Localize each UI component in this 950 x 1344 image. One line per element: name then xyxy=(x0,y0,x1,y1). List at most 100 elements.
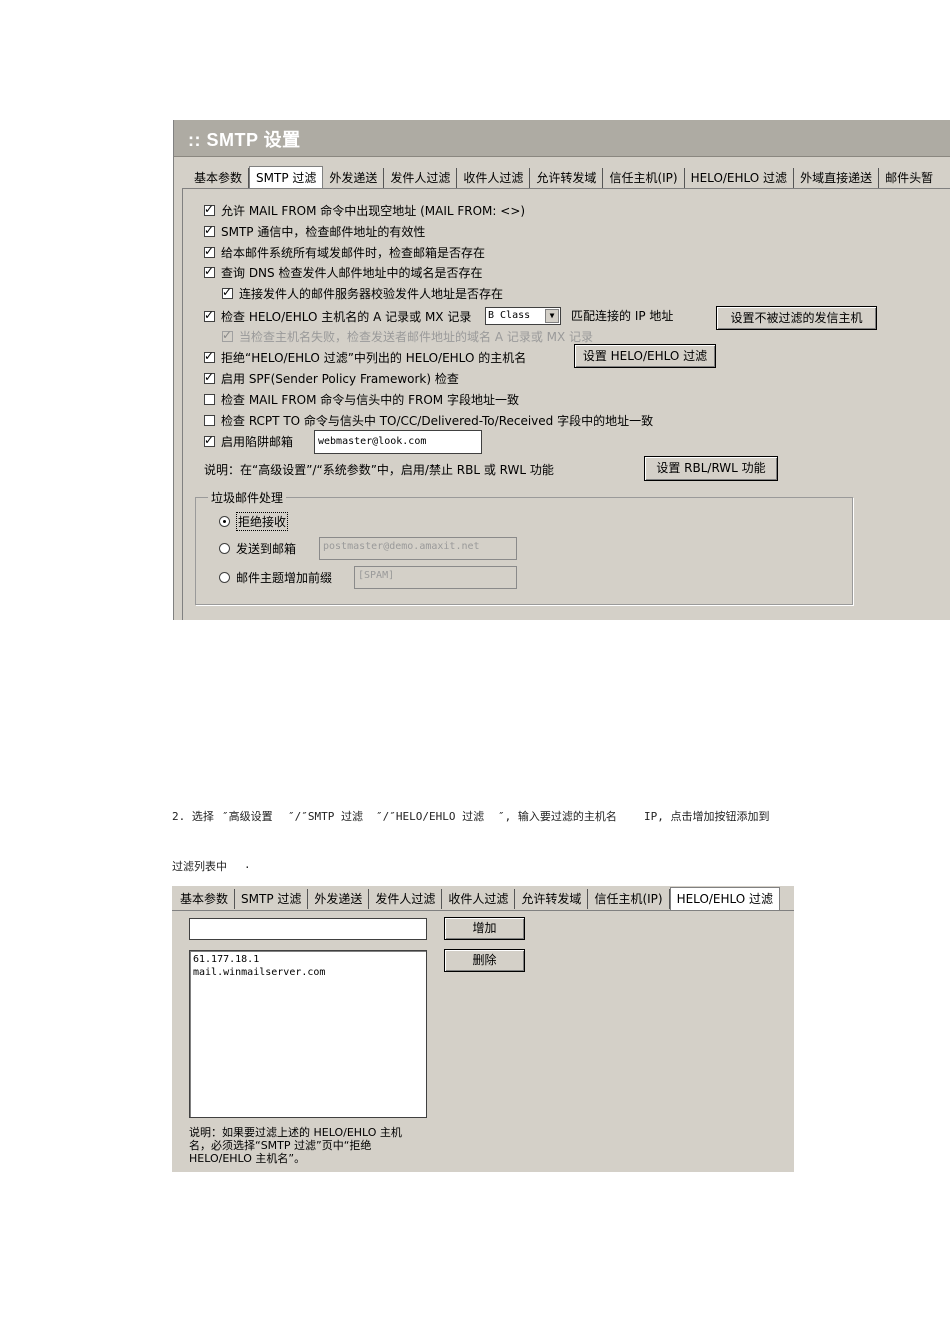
tab-divider xyxy=(172,910,794,911)
option-label: 检查 MAIL FROM 命令与信头中的 FROM 字段地址一致 xyxy=(221,392,519,407)
option-label: 连接发件人的邮件服务器校验发件人地址是否存在 xyxy=(239,286,504,301)
checkbox[interactable] xyxy=(204,202,215,216)
option-label: 启用 SPF(Sender Policy Framework) 检查 xyxy=(221,371,459,386)
step-text-part: ″, 输入要过滤的主机名 xyxy=(498,810,617,823)
radio-button[interactable] xyxy=(219,515,230,527)
option-label: 检查 HELO/EHLO 主机名的 A 记录或 MX 记录 xyxy=(221,309,472,324)
step-text-part: 2. 选择 xyxy=(172,810,214,823)
tab-sender-filter[interactable]: 发件人过滤 xyxy=(369,889,443,909)
tab-direct-delivery[interactable]: 外域直接递送 xyxy=(794,168,880,188)
tab-relay-domains[interactable]: 允许转发域 xyxy=(530,168,604,188)
option-check-address-validity[interactable]: SMTP 通信中，检查邮件地址的有效性 xyxy=(204,222,425,240)
tab-helo-filter[interactable]: HELO/EHLO 过滤 xyxy=(669,887,781,910)
option-fallback-sender-domain: 当检查主机名失败，检查发送者邮件地址的域名 A 记录或 MX 记录 xyxy=(222,327,593,345)
add-button[interactable]: 增加 xyxy=(444,917,525,940)
checkbox[interactable] xyxy=(204,349,215,363)
list-item[interactable]: mail.winmailserver.com xyxy=(193,966,423,979)
list-item[interactable]: 61.177.18.1 xyxy=(193,953,423,966)
helo-filter-panel: 基本参数 SMTP 过滤 外发递送 发件人过滤 收件人过滤 允许转发域 信任主机… xyxy=(172,886,794,1172)
class-select[interactable]: B Class ▼ xyxy=(485,307,561,325)
rbl-note: 说明：在“高级设置”/“系统参数”中，启用/禁止 RBL 或 RWL 功能 xyxy=(204,462,554,477)
radio-button[interactable] xyxy=(219,571,230,583)
step-text-part: ″高级设置 xyxy=(222,810,273,823)
set-helo-filter-button[interactable]: 设置 HELO/EHLO 过滤 xyxy=(574,344,716,368)
checkbox[interactable] xyxy=(204,370,215,384)
checkbox[interactable] xyxy=(204,308,215,322)
checkbox[interactable] xyxy=(204,393,215,405)
helo-host-list[interactable]: 61.177.18.1 mail.winmailserver.com xyxy=(189,950,427,1118)
settings-tab-bar: 基本参数 SMTP 过滤 外发递送 发件人过滤 收件人过滤 允许转发域 信任主机… xyxy=(188,166,939,189)
tab-outgoing-delivery[interactable]: 外发递送 xyxy=(323,168,385,188)
tab-basic-params[interactable]: 基本参数 xyxy=(174,889,236,909)
option-dns-check-domain[interactable]: 查询 DNS 检查发件人邮件地址中的域名是否存在 xyxy=(204,263,482,281)
radio-reject[interactable]: 拒绝接收 xyxy=(219,511,289,531)
option-check-mailbox-exists[interactable]: 给本邮件系统所有域发邮件时，检查邮箱是否存在 xyxy=(204,243,485,261)
radio-label: 拒绝接收 xyxy=(236,511,289,531)
option-enable-trap-mailbox[interactable]: 启用陷阱邮箱 xyxy=(204,432,293,450)
option-check-mailfrom-header[interactable]: 检查 MAIL FROM 命令与信头中的 FROM 字段地址一致 xyxy=(204,390,519,408)
radio-send-to-mailbox[interactable]: 发送到邮箱 xyxy=(219,539,296,557)
option-label: 查询 DNS 检查发件人邮件地址中的域名是否存在 xyxy=(221,265,483,280)
helo-host-input[interactable] xyxy=(189,918,427,940)
step-text-part: IP, 点击增加按钮添加到 xyxy=(644,810,770,823)
match-ip-label: 匹配连接的 IP 地址 xyxy=(571,308,674,323)
chevron-down-icon[interactable]: ▼ xyxy=(545,309,559,323)
option-label: 检查 RCPT TO 命令与信头中 TO/CC/Delivered-To/Rec… xyxy=(221,413,654,428)
spam-group-legend: 垃圾邮件处理 xyxy=(208,489,287,506)
tab-helo-filter[interactable]: HELO/EHLO 过滤 xyxy=(685,168,795,188)
option-label: 允许 MAIL FROM 命令中出现空地址 (MAIL FROM: <>) xyxy=(221,203,526,218)
tab-smtp-filter[interactable]: SMTP 过滤 xyxy=(235,889,309,909)
checkbox xyxy=(222,328,233,342)
note-line: HELO/EHLO 主机名”。 xyxy=(189,1152,306,1165)
tab-smtp-filter[interactable]: SMTP 过滤 xyxy=(249,166,324,189)
tab-outgoing-delivery[interactable]: 外发递送 xyxy=(308,889,370,909)
note-line: 说明：如果要过滤上述的 HELO/EHLO 主机 xyxy=(189,1126,402,1139)
tab-recipient-filter[interactable]: 收件人过滤 xyxy=(457,168,531,188)
settings-tab-bar: 基本参数 SMTP 过滤 外发递送 发件人过滤 收件人过滤 允许转发域 信任主机… xyxy=(174,887,781,910)
delete-button[interactable]: 删除 xyxy=(444,949,525,972)
radio-label: 发送到邮箱 xyxy=(236,541,297,556)
option-enable-spf[interactable]: 启用 SPF(Sender Policy Framework) 检查 xyxy=(204,369,459,387)
trap-mailbox-input[interactable]: webmaster@look.com xyxy=(314,430,482,454)
step-text-part: ″/″SMTP 过滤 xyxy=(288,810,363,823)
smtp-settings-panel: :: SMTP 设置 基本参数 SMTP 过滤 外发递送 发件人过滤 收件人过滤… xyxy=(173,120,950,620)
radio-label: 邮件主题增加前缀 xyxy=(236,570,333,585)
option-check-helo-records[interactable]: 检查 HELO/EHLO 主机名的 A 记录或 MX 记录 xyxy=(204,307,471,325)
checkbox[interactable] xyxy=(204,414,215,426)
step-text-part: ″/″HELO/EHLO 过滤 xyxy=(376,810,485,823)
checkbox[interactable] xyxy=(204,223,215,237)
tab-sender-filter[interactable]: 发件人过滤 xyxy=(384,168,458,188)
radio-subject-prefix[interactable]: 邮件主题增加前缀 xyxy=(219,568,332,586)
checkbox[interactable] xyxy=(204,433,215,447)
option-label: 给本邮件系统所有域发邮件时，检查邮箱是否存在 xyxy=(221,245,486,260)
helo-filter-note: 说明：如果要过滤上述的 HELO/EHLO 主机 名，必须选择“SMTP 过滤”… xyxy=(189,1126,402,1165)
option-label: 当检查主机名失败，检查发送者邮件地址的域名 A 记录或 MX 记录 xyxy=(239,329,594,344)
checkbox[interactable] xyxy=(204,264,215,278)
option-check-rcptto-header[interactable]: 检查 RCPT TO 命令与信头中 TO/CC/Delivered-To/Rec… xyxy=(204,411,653,429)
step-text-part: . xyxy=(244,858,251,871)
option-label: 启用陷阱邮箱 xyxy=(221,434,294,449)
tab-mail-header[interactable]: 邮件头暂 xyxy=(879,168,939,188)
spam-mailbox-input[interactable]: postmaster@demo.amaxit.net xyxy=(319,537,517,560)
option-label: SMTP 通信中，检查邮件地址的有效性 xyxy=(221,224,426,239)
option-label: 拒绝“HELO/EHLO 过滤”中列出的 HELO/EHLO 的主机名 xyxy=(221,350,527,365)
radio-button[interactable] xyxy=(219,542,230,554)
step-text-part: 过滤列表中 xyxy=(172,860,227,873)
class-select-value: B Class xyxy=(488,310,531,321)
set-rbl-rwl-button[interactable]: 设置 RBL/RWL 功能 xyxy=(644,456,778,481)
tab-relay-domains[interactable]: 允许转发域 xyxy=(515,889,589,909)
note-line: 名，必须选择“SMTP 过滤”页中“拒绝 xyxy=(189,1139,372,1152)
tab-recipient-filter[interactable]: 收件人过滤 xyxy=(442,889,516,909)
tab-trusted-hosts[interactable]: 信任主机(IP) xyxy=(588,889,670,909)
set-no-filter-hosts-button[interactable]: 设置不被过滤的发信主机 xyxy=(716,306,877,330)
option-allow-empty-mailfrom[interactable]: 允许 MAIL FROM 命令中出现空地址 (MAIL FROM: <>) xyxy=(204,201,525,219)
checkbox[interactable] xyxy=(204,244,215,258)
panel-header: :: SMTP 设置 xyxy=(174,120,950,157)
option-verify-sender-server[interactable]: 连接发件人的邮件服务器校验发件人地址是否存在 xyxy=(222,284,503,302)
tab-basic-params[interactable]: 基本参数 xyxy=(188,168,250,188)
checkbox[interactable] xyxy=(222,285,233,299)
tab-trusted-hosts[interactable]: 信任主机(IP) xyxy=(603,168,685,188)
option-reject-helo-list[interactable]: 拒绝“HELO/EHLO 过滤”中列出的 HELO/EHLO 的主机名 xyxy=(204,348,526,366)
spam-prefix-input[interactable]: [SPAM] xyxy=(354,566,517,589)
panel-title: :: SMTP 设置 xyxy=(188,130,301,150)
